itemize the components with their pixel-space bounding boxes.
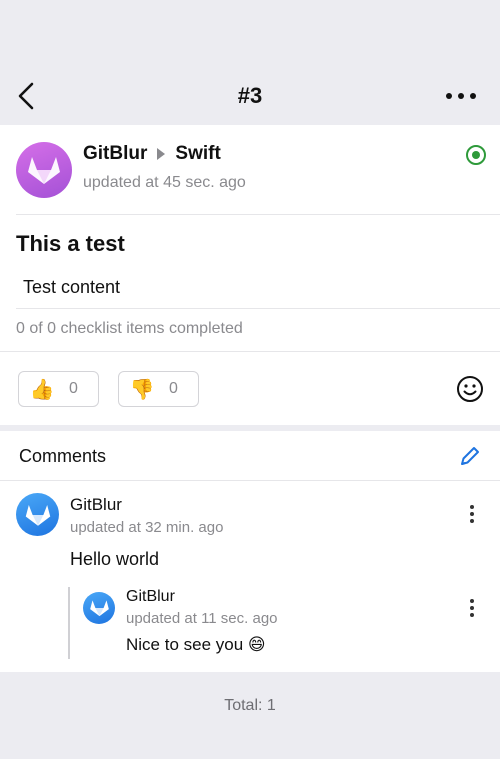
reply-author[interactable]: GitBlur [126,588,175,606]
divider [16,308,500,309]
avatar[interactable] [16,493,59,536]
repo-name[interactable]: Swift [175,143,220,165]
gitlab-logo-icon [89,600,109,617]
checklist-status: 0 of 0 checklist items completed [16,320,243,337]
reply-body: Nice to see you 😄 [126,635,266,654]
total-count: Total: 1 [224,697,276,714]
caret-right-icon [157,148,166,160]
issue-content: Test content [23,277,121,297]
comment-author[interactable]: GitBlur [70,495,122,515]
thumbs-down-reaction-button[interactable]: 👎 0 [118,371,199,407]
comment-more-icon[interactable] [465,502,479,528]
avatar[interactable] [83,592,115,624]
more-horizontal-icon[interactable] [444,86,478,106]
divider [0,351,500,352]
repository-breadcrumb[interactable]: GitBlur Swift [83,143,221,165]
comments-section: Comments GitBlur updated at 32 min. ago … [0,431,500,672]
reply-indicator [68,587,70,659]
comment-body: Hello world [70,549,160,569]
reaction-count: 0 [169,380,178,397]
issue-card: GitBlur Swift updated at 45 sec. ago Thi… [0,125,500,425]
gitlab-logo-icon [25,504,50,526]
gitlab-logo-icon [28,157,60,184]
avatar[interactable] [16,142,72,198]
thumbs-up-reaction-button[interactable]: 👍 0 [18,371,99,407]
reply-more-icon[interactable] [465,596,479,622]
page-title: #3 [237,83,263,108]
reply-updated-time: updated at 11 sec. ago [126,610,278,627]
comments-heading: Comments [19,446,107,466]
issue-updated-time: updated at 45 sec. ago [83,174,246,191]
thumbs-up-icon: 👍 [29,378,55,401]
divider [0,480,500,481]
add-reaction-smiley-icon[interactable] [456,375,484,403]
divider [16,214,500,215]
issue-title: This a test [16,231,125,256]
navigation-bar: #3 [0,0,500,124]
thumbs-down-icon: 👎 [129,378,155,401]
reaction-count: 0 [69,380,78,397]
repo-owner[interactable]: GitBlur [83,143,147,165]
open-status-icon [466,145,486,165]
comment-updated-time: updated at 32 min. ago [70,519,224,536]
pencil-icon[interactable] [458,444,482,468]
